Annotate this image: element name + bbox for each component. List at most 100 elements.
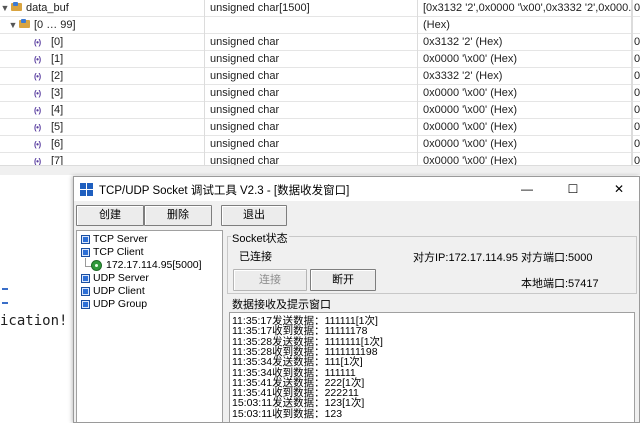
watch-type-cell: unsigned char [205, 68, 418, 85]
watch-value-cell: 0x0000 '\x00' (Hex) [418, 153, 632, 165]
watch-type-cell: unsigned char [205, 136, 418, 153]
watch-name-cell: (•) [6] [0, 136, 205, 153]
field-icon: (•) [34, 55, 41, 64]
watch-type-cell: unsigned char [205, 119, 418, 136]
watch-name-cell: (•) [3] [0, 85, 205, 102]
watch-name: [0 … 99] [34, 19, 76, 31]
watch-extra-cell: 0 [634, 70, 640, 82]
watch-name: [0] [51, 36, 64, 48]
watch-row[interactable]: ▼ [0 … 99] (Hex) [0, 17, 640, 34]
tree-item-tcp-client[interactable]: TCP Client [93, 246, 144, 259]
watch-row[interactable]: (•) [0] unsigned char 0x3132 '2' (Hex) 0 [0, 34, 640, 51]
watch-name: [1] [51, 53, 64, 65]
title-bar[interactable]: TCP/UDP Socket 调试工具 V2.3 - [数据收发窗口] — ☐ … [74, 177, 639, 201]
struct-icon [10, 2, 23, 12]
watch-value-cell: (Hex) [418, 17, 632, 34]
watch-name: [2] [51, 70, 64, 82]
watch-name: [4] [51, 104, 64, 116]
udp-client-icon [81, 287, 90, 296]
udp-group-icon [81, 300, 90, 309]
field-icon: (•) [34, 89, 41, 98]
watch-value-cell: 0x0000 '\x00' (Hex) [418, 119, 632, 136]
tree-item-tcp-server[interactable]: TCP Server [93, 233, 148, 246]
watch-horizontal-scrollbar[interactable] [0, 165, 640, 175]
expand-chevron-icon[interactable]: ▼ [0, 0, 10, 16]
watch-name: [5] [51, 121, 64, 133]
watch-extra-cell: 0 [634, 155, 640, 165]
watch-extra-cell: 0 [634, 121, 640, 133]
watch-name-cell: (•) [0] [0, 34, 205, 51]
log-line: 15:03:11收到数据：123 [232, 407, 343, 420]
watch-row[interactable]: (•) [3] unsigned char 0x0000 '\x00' (Hex) 0 [0, 85, 640, 102]
disconnect-button[interactable]: 断开 [310, 269, 376, 291]
watch-type-cell: unsigned char [205, 153, 418, 165]
watch-name: [7] [51, 155, 64, 165]
udp-server-icon [81, 274, 90, 283]
connection-icon [91, 260, 102, 271]
watch-extra-cell: 0 [634, 138, 640, 150]
tree-item-udp-group[interactable]: UDP Group [93, 298, 147, 311]
connection-state: 已连接 [239, 251, 272, 263]
watch-type-cell [205, 17, 418, 34]
create-button[interactable]: 创建 [76, 205, 144, 226]
peer-ip: 对方IP:172.17.114.95 [413, 252, 518, 264]
tree-item-connection[interactable]: 172.17.114.95[5000] [106, 259, 202, 272]
window-title: TCP/UDP Socket 调试工具 V2.3 - [数据收发窗口] [99, 185, 350, 197]
editor-code-line: ication! [0, 313, 68, 329]
connect-button[interactable]: 连接 [233, 269, 307, 291]
field-icon: (•) [34, 140, 41, 149]
maximize-button[interactable]: ☐ [550, 177, 596, 201]
field-icon: (•) [34, 106, 41, 115]
watch-extra-cell: 0 [634, 104, 640, 116]
watch-row[interactable]: (•) [2] unsigned char 0x3332 '2' (Hex) 0 [0, 68, 640, 85]
watch-name: data_buf [26, 2, 69, 14]
exit-button[interactable]: 退出 [221, 205, 287, 226]
watch-name: [3] [51, 87, 64, 99]
watch-name-cell: (•) [7] [0, 153, 205, 165]
watch-value-cell: 0x3132 '2' (Hex) [418, 34, 632, 51]
watch-value-cell: 0x0000 '\x00' (Hex) [418, 136, 632, 153]
data-log[interactable]: 11:35:17发送数据：111111[1次] 11:35:17收到数据：1111… [229, 312, 635, 422]
field-icon: (•) [34, 72, 41, 81]
local-port: 本地端口:57417 [521, 278, 599, 290]
watch-extra-cell: 0 [634, 87, 640, 99]
watch-row[interactable]: (•) [6] unsigned char 0x0000 '\x00' (Hex) 0 [0, 136, 640, 153]
watch-name-cell: (•) [2] [0, 68, 205, 85]
watch-name-cell: (•) [5] [0, 119, 205, 136]
watch-row[interactable]: (•) [1] unsigned char 0x0000 '\x00' (Hex) 0 [0, 51, 640, 68]
watch-row[interactable]: (•) [4] unsigned char 0x0000 '\x00' (Hex) 0 [0, 102, 640, 119]
watch-name-cell: (•) [4] [0, 102, 205, 119]
field-icon: (•) [34, 123, 41, 132]
watch-type-cell: unsigned char[1500] [205, 0, 418, 17]
socket-tree: TCP Server TCP Client 172.17.114.95[5000… [76, 230, 223, 422]
watch-column-divider [632, 0, 633, 165]
tree-item-udp-server[interactable]: UDP Server [93, 272, 149, 285]
tcp-server-icon [81, 235, 90, 244]
watch-name-cell: (•) [1] [0, 51, 205, 68]
delete-button[interactable]: 删除 [144, 205, 212, 226]
watch-extra-cell: 0 [634, 53, 640, 65]
editor-margin-marker [2, 288, 8, 290]
peer-port: 对方端口:5000 [521, 252, 593, 264]
watch-row[interactable]: (•) [7] unsigned char 0x0000 '\x00' (Hex) 0 [0, 153, 640, 165]
tree-item-udp-client[interactable]: UDP Client [93, 285, 145, 298]
watch-type-cell: unsigned char [205, 102, 418, 119]
socket-tool-window: TCP/UDP Socket 调试工具 V2.3 - [数据收发窗口] — ☐ … [73, 176, 640, 423]
watch-row[interactable]: ▼ data_buf unsigned char[1500] [0x3132 '2',… [0, 0, 640, 17]
close-button[interactable]: ✕ [596, 177, 639, 201]
watch-name-cell: ▼ data_buf [0, 0, 205, 17]
expand-chevron-icon[interactable]: ▼ [8, 17, 18, 33]
watch-type-cell: unsigned char [205, 51, 418, 68]
socket-status-label: Socket状态 [231, 230, 289, 246]
struct-icon [18, 19, 31, 29]
watch-row[interactable]: (•) [5] unsigned char 0x0000 '\x00' (Hex) 0 [0, 119, 640, 136]
field-icon: (•) [34, 157, 41, 165]
watch-window: ▼ data_buf unsigned char[1500] [0x3132 '2',… [0, 0, 640, 165]
log-group-label: 数据接收及提示窗口 [231, 296, 332, 312]
watch-extra-cell: 0 [634, 2, 640, 14]
editor-margin-marker [2, 302, 8, 304]
minimize-button[interactable]: — [504, 177, 550, 201]
watch-extra-cell: 0 [634, 36, 640, 48]
watch-type-cell: unsigned char [205, 85, 418, 102]
watch-value-cell: 0x0000 '\x00' (Hex) [418, 51, 632, 68]
